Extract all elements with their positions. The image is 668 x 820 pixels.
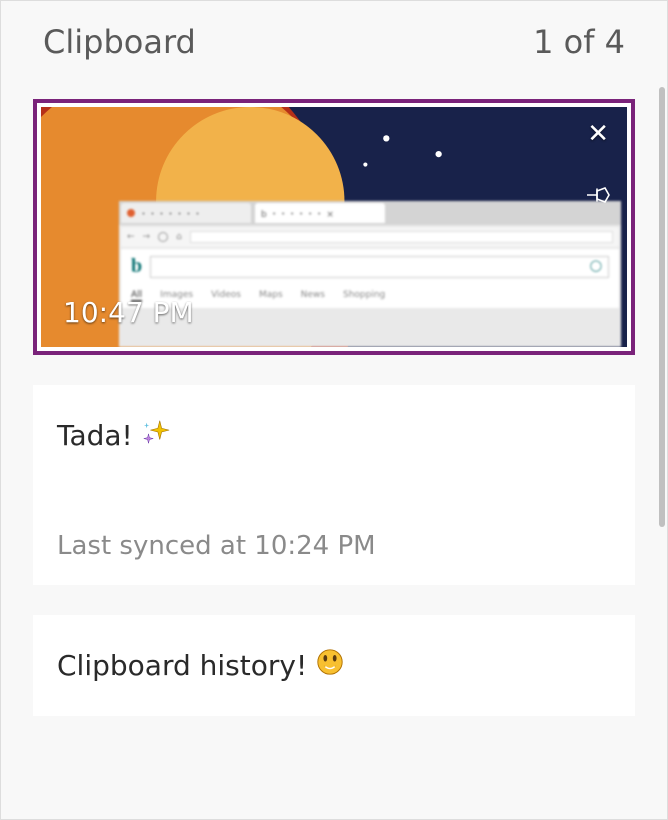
panel-title: Clipboard [43,23,196,61]
panel-header: Clipboard 1 of 4 [1,1,667,83]
close-icon[interactable]: ✕ [587,121,609,147]
clipboard-text: Clipboard history! [57,649,307,682]
clipboard-item-text[interactable]: Tada! Last synced at 10:24 PM [33,385,635,585]
clipboard-item-image[interactable]: ・・・・・・・ b ・・・・・・ × ←→⌂ b AllImagesVideos… [33,99,635,355]
sync-status: Last synced at 10:24 PM [57,531,611,561]
item-counter: 1 of 4 [533,23,625,61]
item-timestamp: 10:47 PM [63,296,194,329]
clipboard-item-text[interactable]: Clipboard history! [33,615,635,716]
sparkles-icon [141,417,171,454]
clipboard-text: Tada! [57,419,133,452]
clipboard-panel: Clipboard 1 of 4 ・・・・・・・ b ・・・ [0,0,668,820]
browser-window-icon: ・・・・・・・ b ・・・・・・ × ←→⌂ b AllImagesVideos… [119,201,621,347]
smiley-icon [315,647,345,684]
clipboard-items: ・・・・・・・ b ・・・・・・ × ←→⌂ b AllImagesVideos… [1,83,667,819]
clipboard-thumbnail: ・・・・・・・ b ・・・・・・ × ←→⌂ b AllImagesVideos… [41,107,627,347]
pin-icon[interactable] [587,185,611,209]
scrollbar[interactable] [659,87,665,527]
